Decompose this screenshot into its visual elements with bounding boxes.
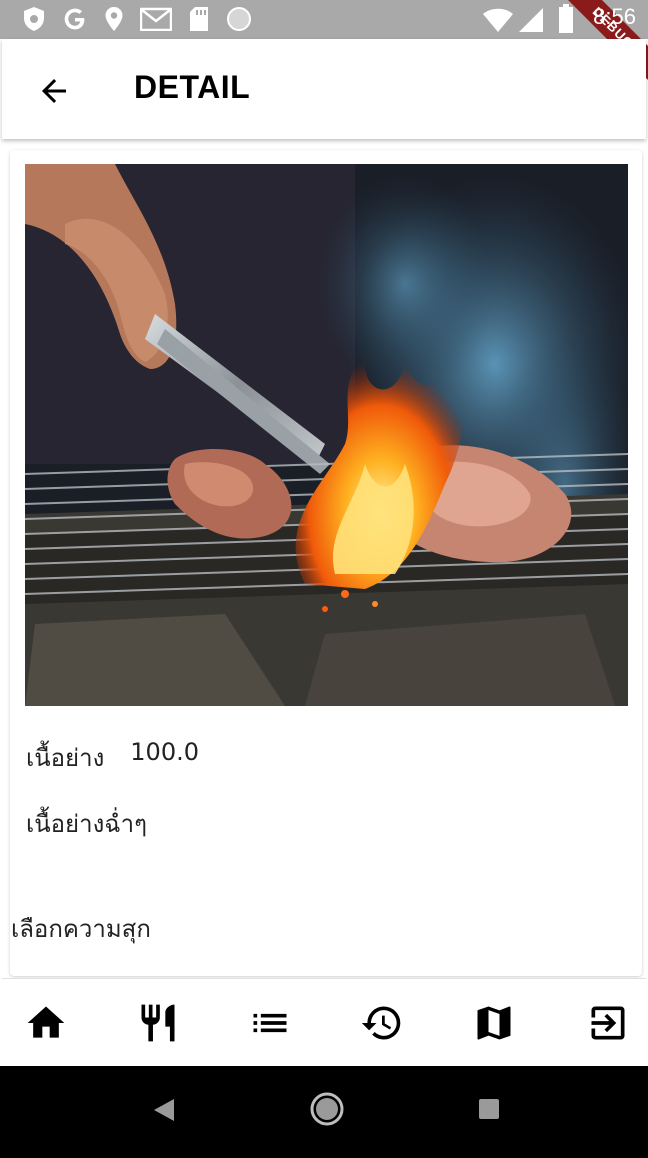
bottom-navigation — [2, 978, 646, 1066]
recents-square-icon — [479, 1099, 499, 1119]
app-bar: DETAIL — [2, 39, 646, 139]
status-bar: DEBUG 8:56 — [0, 0, 648, 90]
page-title: DETAIL — [134, 69, 251, 105]
system-home-button[interactable] — [309, 1091, 345, 1131]
restaurant-icon — [141, 1004, 175, 1042]
location-icon — [104, 6, 124, 32]
system-back-button[interactable] — [150, 1096, 178, 1128]
choose-doneness-label: เลือกความสุก — [11, 915, 151, 943]
battery-icon — [558, 4, 574, 38]
back-button[interactable] — [36, 73, 72, 109]
food-name: เนื้อย่าง — [26, 744, 105, 772]
status-left-icons — [22, 6, 252, 32]
history-icon — [361, 1006, 401, 1040]
exit-icon — [591, 1006, 625, 1040]
system-navigation-bar — [0, 1066, 648, 1158]
nav-logout[interactable] — [586, 1001, 630, 1045]
gmail-icon — [140, 7, 172, 31]
system-recents-button[interactable] — [477, 1097, 501, 1125]
status-time: 8:56 — [593, 4, 636, 29]
google-icon — [62, 6, 88, 32]
nav-history[interactable] — [360, 1001, 404, 1045]
nav-menu[interactable] — [136, 1001, 180, 1045]
home-circle-icon — [310, 1092, 344, 1126]
map-icon — [477, 1006, 511, 1040]
grilled-meat-image — [25, 164, 628, 706]
food-photo — [25, 164, 628, 706]
food-description: เนื้อย่างฉ่ำๆ — [26, 810, 147, 838]
signal-icon — [518, 7, 544, 37]
food-price: 100.0 — [130, 738, 199, 766]
nav-map[interactable] — [472, 1001, 516, 1045]
wifi-icon — [482, 7, 514, 37]
nav-home[interactable] — [24, 1001, 68, 1045]
food-name-price: เนื้อย่าง 100.0 — [26, 738, 199, 777]
arrow-back-icon — [42, 79, 66, 103]
sdcard-icon — [188, 6, 210, 32]
nav-list[interactable] — [248, 1001, 292, 1045]
circle-icon — [226, 6, 252, 32]
list-icon — [253, 1013, 287, 1033]
back-triangle-icon — [154, 1099, 174, 1121]
home-icon — [27, 1006, 65, 1038]
shield-icon — [22, 6, 46, 32]
